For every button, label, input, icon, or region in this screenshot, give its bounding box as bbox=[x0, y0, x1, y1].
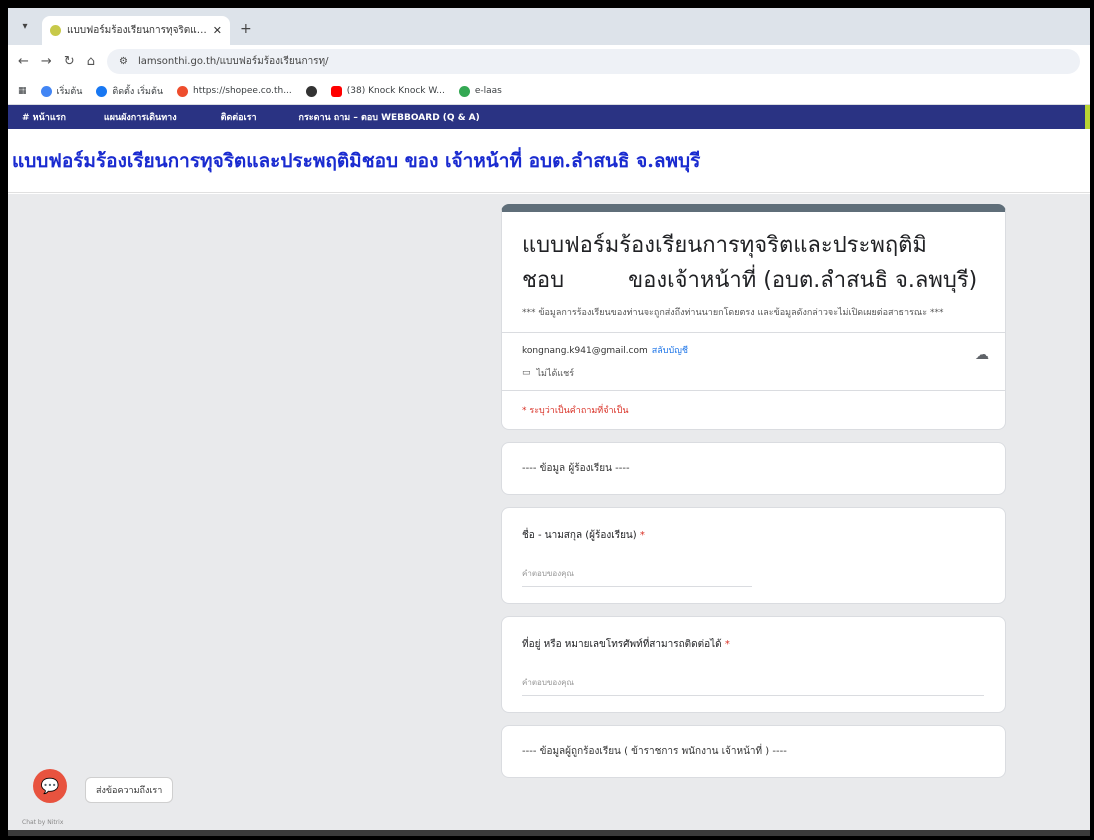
contact-input[interactable]: คำตอบของคุณ bbox=[522, 676, 984, 696]
tab-title: แบบฟอร์มร้องเรียนการทุจริตและประพฤติมิชอ… bbox=[67, 25, 207, 36]
not-shared-note: ▭ ไม่ได้แชร์ bbox=[522, 368, 575, 379]
shopee-icon bbox=[177, 85, 188, 97]
nav-accent bbox=[1085, 105, 1090, 129]
not-shared-icon: ▭ bbox=[522, 368, 531, 378]
page-header: แบบฟอร์มร้องเรียนการทุจริตและประพฤติมิชอ… bbox=[8, 129, 1090, 193]
google-icon bbox=[40, 85, 52, 97]
form-area: แบบฟอร์มร้องเรียนการทุจริตและประพฤติมิ ช… bbox=[8, 194, 1090, 836]
tab-strip: ▾ แบบฟอร์มร้องเรียนการทุจริตและประพฤติมิ… bbox=[8, 8, 1090, 45]
cloud-icon: ☁ bbox=[975, 347, 989, 363]
apps-icon[interactable]: ▦ bbox=[18, 86, 27, 96]
nav-home[interactable]: # หน้าแรก bbox=[22, 110, 66, 124]
github-icon bbox=[305, 85, 317, 97]
form-header-card: แบบฟอร์มร้องเรียนการทุจริตและประพฤติมิ ช… bbox=[501, 204, 1006, 430]
question-name: ชื่อ - นามสกุล (ผู้ร้องเรียน) * คำตอบของ… bbox=[501, 507, 1006, 604]
question-contact: ที่อยู่ หรือ หมายเลขโทรศัพท์ที่สามารถติด… bbox=[501, 616, 1006, 713]
bookmark-item[interactable] bbox=[305, 85, 317, 97]
switch-account-link[interactable]: สลับบัญชี bbox=[652, 346, 688, 356]
tab-search-icon[interactable]: ▾ bbox=[14, 15, 36, 37]
nav-webboard[interactable]: กระดาน ถาม – ตอบ WEBBOARD (Q & A) bbox=[299, 110, 480, 124]
name-input[interactable]: คำตอบของคุณ bbox=[522, 567, 752, 587]
address-bar-row: ← → ↻ ⌂ ⚙ lamsonthi.go.th/แบบฟอร์มร้องเร… bbox=[8, 45, 1090, 78]
reload-icon[interactable]: ↻ bbox=[64, 54, 75, 69]
question-label: ที่อยู่ หรือ หมายเลขโทรศัพท์ที่สามารถติด… bbox=[522, 639, 730, 650]
back-icon[interactable]: ← bbox=[18, 54, 29, 69]
form-title: แบบฟอร์มร้องเรียนการทุจริตและประพฤติมิ ช… bbox=[522, 233, 978, 293]
section-complainant: ---- ข้อมูล ผู้ร้องเรียน ---- bbox=[501, 442, 1006, 495]
bookmark-item[interactable]: ติดตั้ง เริ่มต้น bbox=[96, 84, 163, 98]
chat-tooltip[interactable]: ส่งข้อความถึงเรา bbox=[85, 777, 174, 803]
favicon-icon bbox=[50, 25, 61, 36]
nav-contact[interactable]: ติดต่อเรา bbox=[221, 110, 257, 124]
bookmark-item[interactable]: เริ่มต้น bbox=[40, 84, 82, 98]
form-column: แบบฟอร์มร้องเรียนการทุจริตและประพฤติมิ ช… bbox=[501, 204, 1006, 790]
bookmark-item[interactable]: e-laas bbox=[458, 85, 502, 97]
site-info-icon[interactable]: ⚙ bbox=[119, 56, 128, 67]
page-title: แบบฟอร์มร้องเรียนการทุจริตและประพฤติมิชอ… bbox=[12, 149, 701, 172]
question-label: ชื่อ - นามสกุล (ผู้ร้องเรียน) * bbox=[522, 530, 645, 541]
bookmarks-bar: ▦ เริ่มต้น ติดตั้ง เริ่มต้น https://shop… bbox=[8, 78, 1090, 105]
taskbar-strip bbox=[8, 830, 1090, 836]
chat-powered-by: Chat by Nitrix bbox=[22, 819, 64, 826]
account-email: kongnang.k941@gmail.com สลับบัญชี bbox=[522, 346, 688, 356]
forward-icon[interactable]: → bbox=[41, 54, 52, 69]
chat-button[interactable]: 💬 bbox=[33, 769, 67, 803]
section-accused: ---- ข้อมูลผู้ถูกร้องเรียน ( ข้าราชการ พ… bbox=[501, 725, 1006, 778]
close-tab-icon[interactable]: ✕ bbox=[213, 24, 222, 37]
account-info: kongnang.k941@gmail.com สลับบัญชี ▭ ไม่ได… bbox=[502, 332, 1005, 390]
required-note: * ระบุว่าเป็นคำถามที่จำเป็น bbox=[502, 390, 1005, 429]
elaas-icon bbox=[458, 85, 470, 97]
browser-window: ▾ แบบฟอร์มร้องเรียนการทุจริตและประพฤติมิ… bbox=[8, 8, 1090, 836]
site-nav: # หน้าแรก แผนผังการเดินทาง ติดต่อเรา กระ… bbox=[8, 105, 1090, 129]
active-tab[interactable]: แบบฟอร์มร้องเรียนการทุจริตและประพฤติมิชอ… bbox=[42, 16, 230, 45]
facebook-icon bbox=[96, 85, 108, 97]
bookmark-item[interactable]: https://shopee.co.th... bbox=[177, 85, 292, 97]
bookmark-item[interactable]: (38) Knock Knock W... bbox=[330, 85, 445, 97]
home-icon[interactable]: ⌂ bbox=[87, 54, 95, 69]
url-text: lamsonthi.go.th/แบบฟอร์มร้องเรียนการทุ/ bbox=[137, 56, 329, 67]
new-tab-icon[interactable]: + bbox=[240, 21, 252, 37]
form-description: *** ข้อมูลการร้องเรียนของท่านจะถูกส่งถึง… bbox=[522, 308, 944, 318]
chat-icon: 💬 bbox=[40, 777, 60, 795]
address-bar[interactable]: ⚙ lamsonthi.go.th/แบบฟอร์มร้องเรียนการทุ… bbox=[106, 49, 1080, 74]
youtube-icon bbox=[330, 85, 342, 97]
nav-map[interactable]: แผนผังการเดินทาง bbox=[104, 110, 177, 124]
